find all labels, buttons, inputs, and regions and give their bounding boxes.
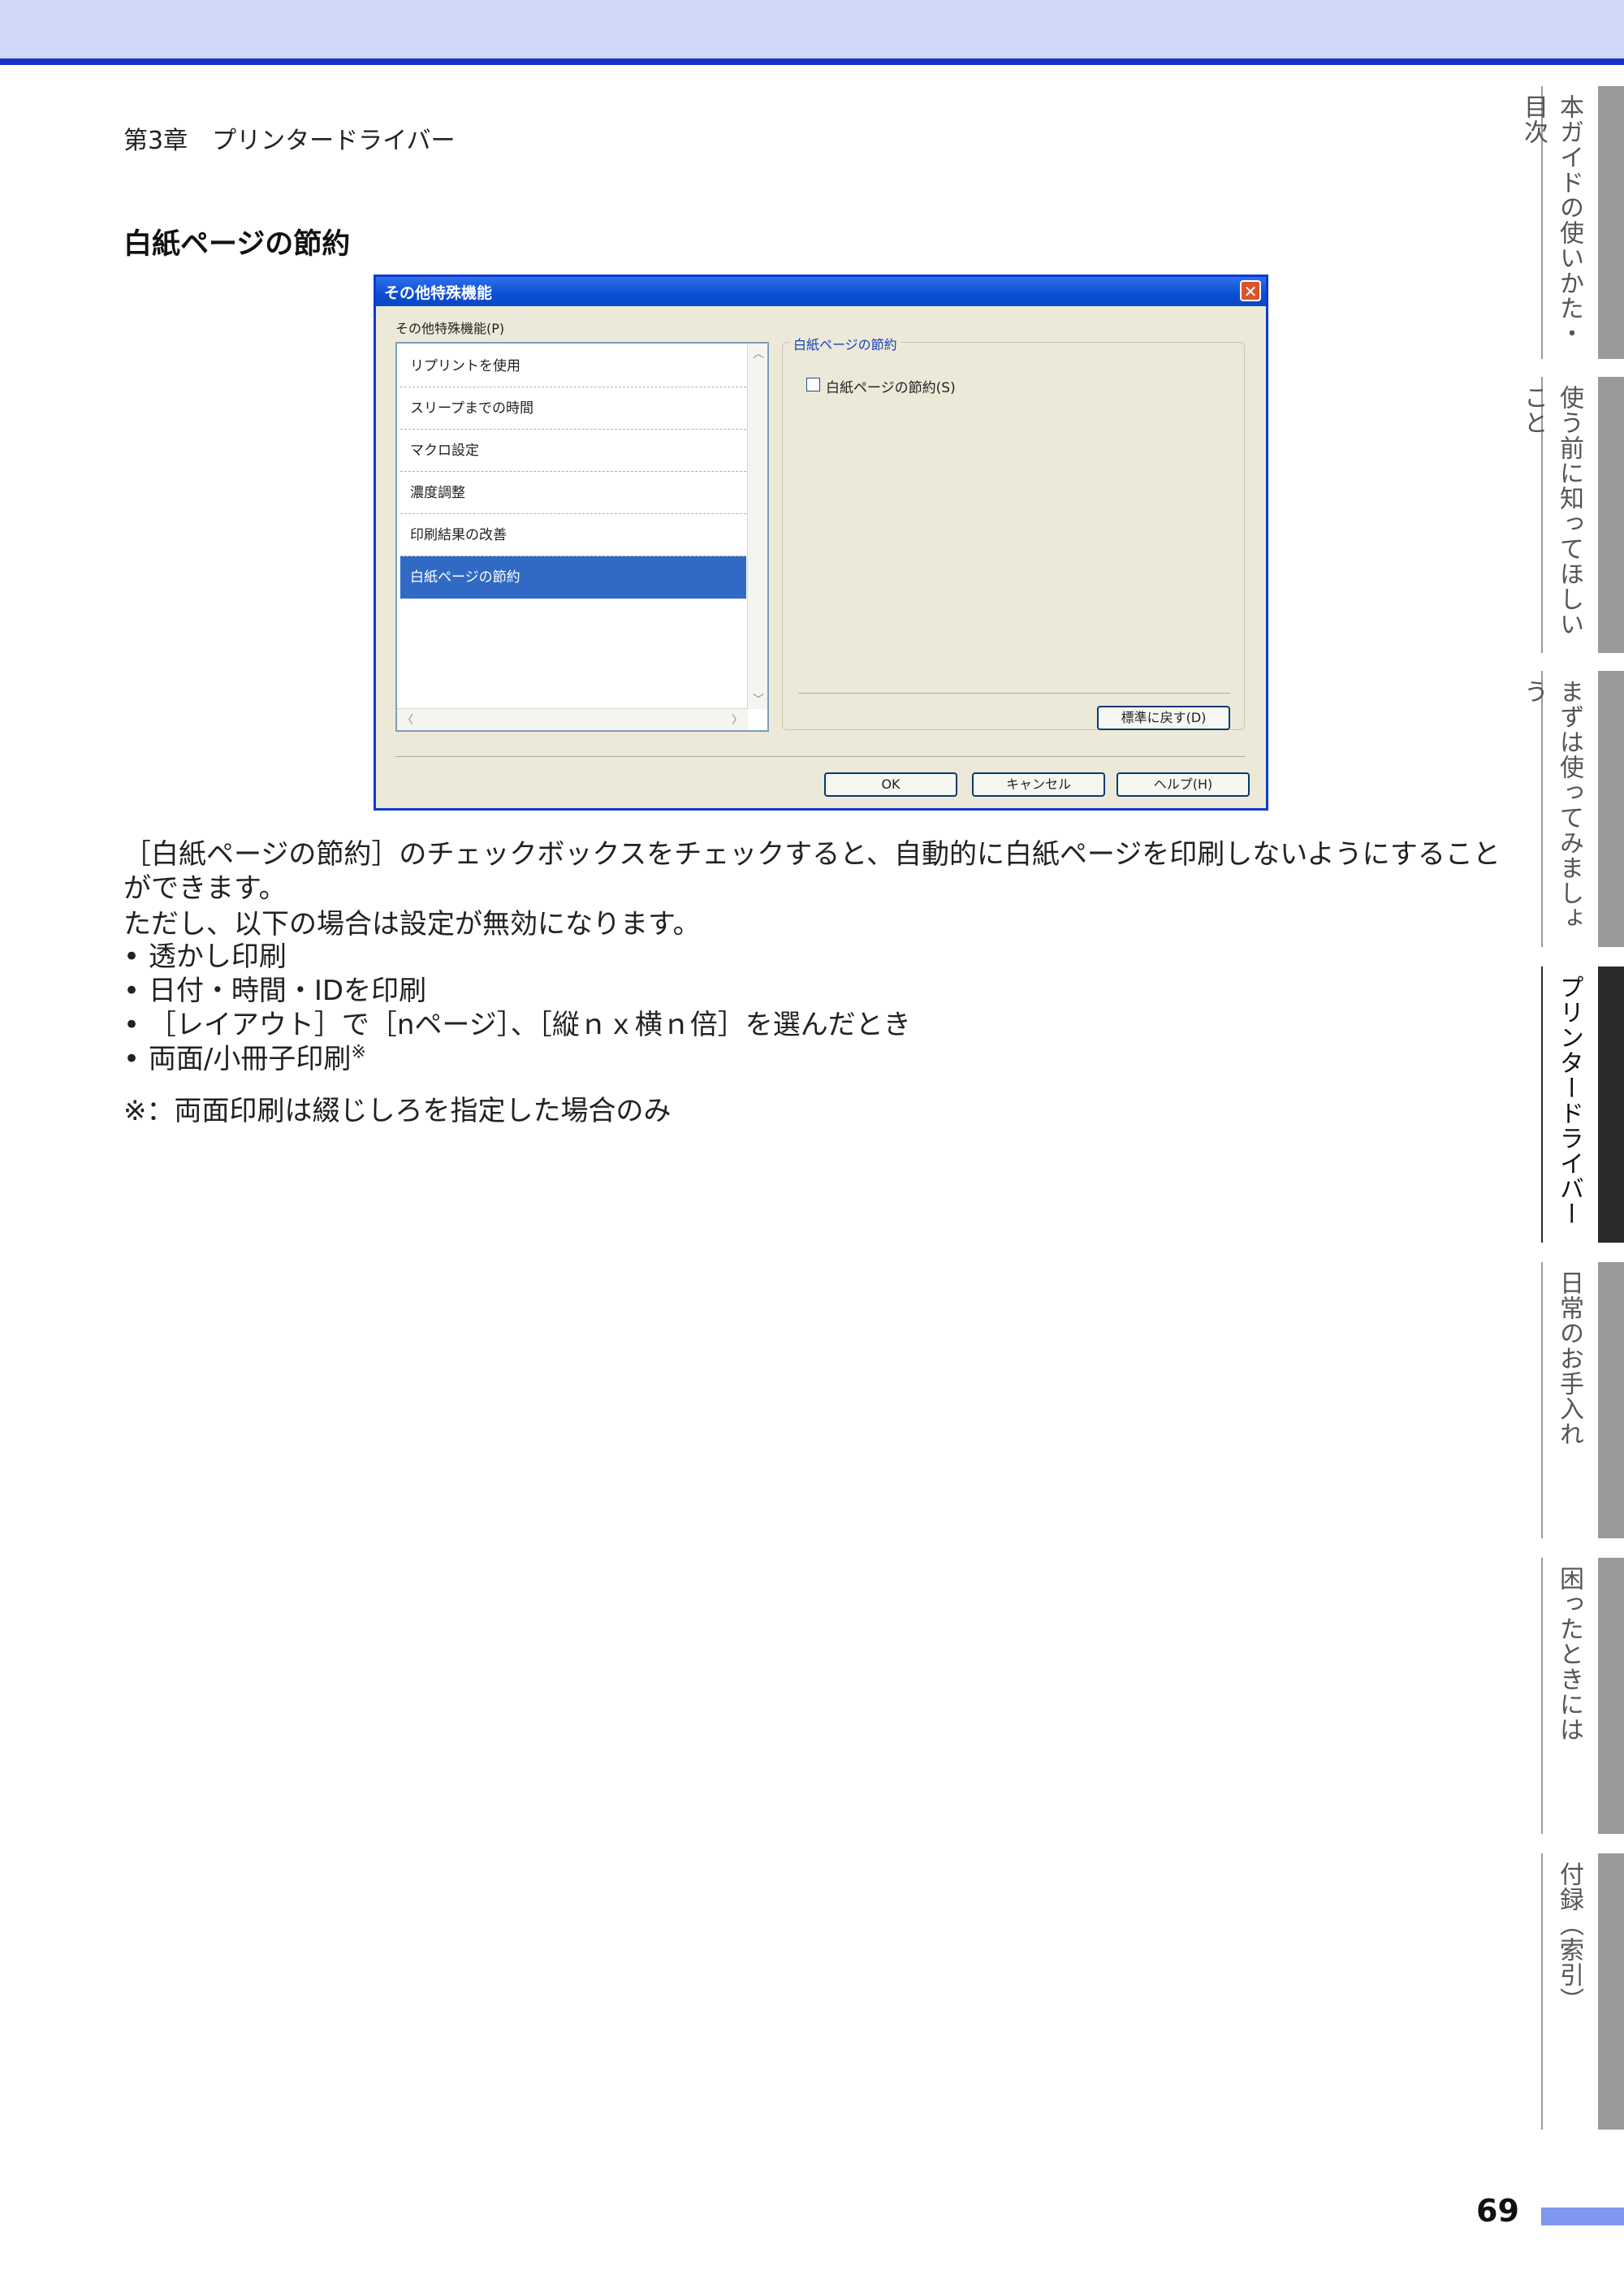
list-item[interactable]: 印刷結果の改善 xyxy=(400,514,746,556)
side-tab-label: まずは使ってみましょう xyxy=(1519,679,1583,931)
side-tab-guide[interactable]: 本ガイドの使いかた・目次 xyxy=(1519,86,1624,359)
side-tab-label: プリンタードライバー xyxy=(1555,975,1583,1226)
dialog-divider xyxy=(395,756,1245,757)
tab-edge xyxy=(1541,1558,1543,1834)
feature-listbox[interactable]: リプリントを使用 スリープまでの時間 マクロ設定 濃度調整 印刷結果の改善 白紙… xyxy=(395,342,769,732)
cancel-button[interactable]: キャンセル xyxy=(972,772,1105,797)
header-band xyxy=(0,0,1624,58)
side-tab-getting-started[interactable]: まずは使ってみましょう xyxy=(1519,671,1624,947)
side-tab-label: 付録（索引） xyxy=(1555,1862,1583,2013)
side-tab-appendix[interactable]: 付録（索引） xyxy=(1541,1853,1624,2130)
list-item[interactable]: マクロ設定 xyxy=(400,430,746,472)
tab-edge xyxy=(1541,967,1543,1243)
page-number-bar xyxy=(1541,2208,1624,2225)
settings-groupbox xyxy=(782,342,1245,730)
checkbox-label: 白紙ページの節約(S) xyxy=(826,380,956,396)
ok-button[interactable]: OK xyxy=(824,772,957,797)
scroll-right-icon[interactable]: 〉 xyxy=(732,711,743,728)
tab-marker xyxy=(1598,1558,1624,1834)
tab-marker xyxy=(1598,671,1624,947)
tab-edge xyxy=(1541,1853,1543,2130)
list-item: • 両面/小冊子印刷※ xyxy=(123,1042,366,1075)
vertical-scrollbar[interactable]: ︿ ﹀ xyxy=(747,344,767,709)
group-title: 白紙ページの節約 xyxy=(790,334,901,353)
footnote: ※：両面印刷は綴じしろを指定した場合のみ xyxy=(123,1095,672,1127)
bullet-text: 両面/小冊子印刷 xyxy=(148,1043,352,1075)
tab-marker xyxy=(1598,1853,1624,2130)
tab-marker xyxy=(1598,967,1624,1243)
list-item[interactable]: スリープまでの時間 xyxy=(400,387,746,430)
close-icon[interactable]: ✕ xyxy=(1240,280,1261,301)
side-tab-before-use[interactable]: 使う前に知ってほしいこと xyxy=(1519,377,1624,653)
list-item-selected[interactable]: 白紙ページの節約 xyxy=(400,556,746,599)
list-item[interactable]: リプリントを使用 xyxy=(400,345,746,387)
scroll-down-icon[interactable]: ﹀ xyxy=(753,691,764,707)
dialog-title-bar: その他特殊機能 ✕ xyxy=(376,277,1266,306)
side-tab-troubleshooting[interactable]: 困ったときには xyxy=(1541,1558,1624,1834)
scroll-left-icon[interactable]: 〈 xyxy=(402,711,413,728)
section-title: 白紙ページの節約 xyxy=(123,228,351,261)
tab-edge xyxy=(1541,1262,1543,1538)
side-tab-label: 使う前に知ってほしいこと xyxy=(1519,385,1583,637)
note-mark: ※ xyxy=(351,1042,366,1063)
dialog-title: その他特殊機能 xyxy=(384,284,493,302)
side-tab-label: 日常のお手入れ xyxy=(1555,1270,1583,1447)
tab-marker xyxy=(1598,86,1624,359)
save-blank-page-checkbox[interactable] xyxy=(806,378,820,391)
tab-marker xyxy=(1598,377,1624,653)
list-label: その他特殊機能(P) xyxy=(395,321,505,336)
tab-edge xyxy=(1541,671,1543,947)
tab-marker xyxy=(1598,1262,1624,1538)
side-tab-label: 困ったときには xyxy=(1555,1566,1583,1742)
body-paragraph-cont: ができます。 xyxy=(123,872,287,905)
chapter-heading: 第3章 プリンタードライバー xyxy=(123,127,456,155)
page-number: 69 xyxy=(1476,2193,1519,2229)
help-button[interactable]: ヘルプ(H) xyxy=(1116,772,1250,797)
body-paragraph: ［白紙ページの節約］のチェックボックスをチェックすると、自動的に白紙ページを印刷… xyxy=(123,838,1501,871)
reset-default-button[interactable]: 標準に戻す(D) xyxy=(1097,706,1230,730)
side-tab-label: 本ガイドの使いかた・目次 xyxy=(1519,94,1583,346)
side-tab-printer-driver[interactable]: プリンタードライバー xyxy=(1541,967,1624,1243)
horizontal-scrollbar[interactable]: 〈 〉 xyxy=(397,708,748,730)
dialog-window: その他特殊機能 ✕ その他特殊機能(P) リプリントを使用 スリープまでの時間 … xyxy=(374,275,1268,811)
group-divider xyxy=(798,693,1230,694)
list-item[interactable]: 濃度調整 xyxy=(400,472,746,514)
scroll-up-icon[interactable]: ︿ xyxy=(753,345,764,361)
side-tab-maintenance[interactable]: 日常のお手入れ xyxy=(1541,1262,1624,1538)
header-rule xyxy=(0,58,1624,65)
